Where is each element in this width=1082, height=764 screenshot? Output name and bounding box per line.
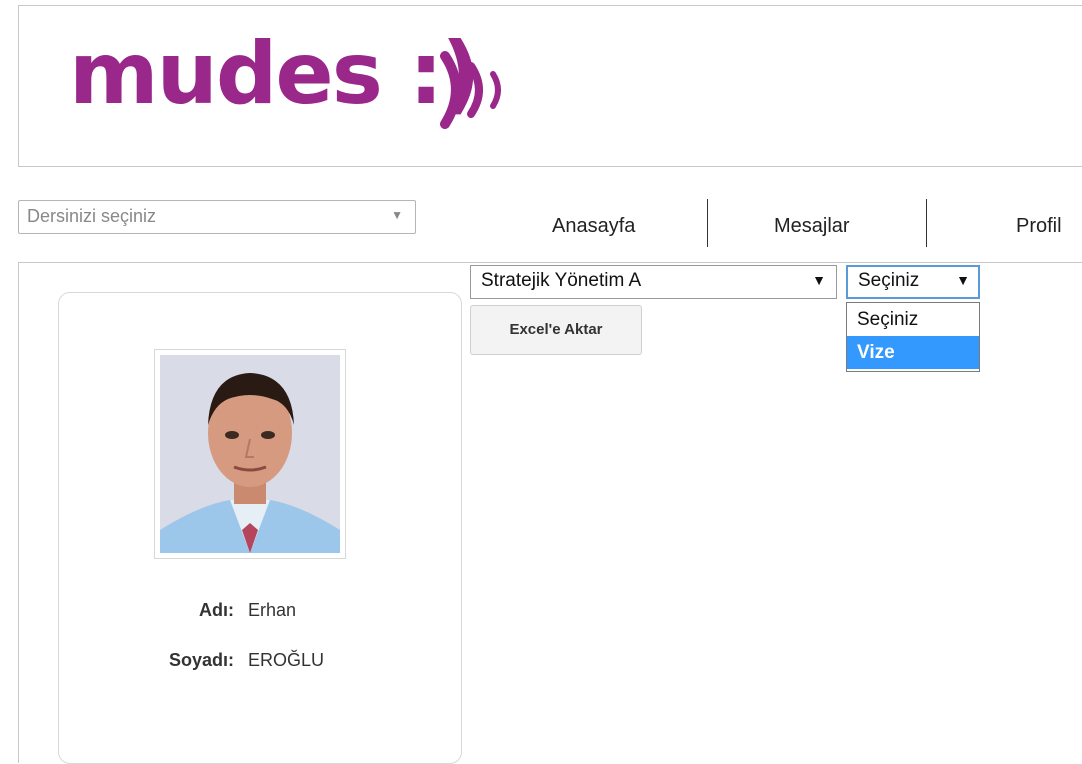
- course-select[interactable]: Stratejik Yönetim A ▼: [470, 265, 837, 299]
- avatar: [160, 355, 340, 553]
- name-label: Adı:: [199, 600, 234, 620]
- profile-photo: [154, 349, 346, 559]
- exam-type-dropdown: Seçiniz Vize: [846, 302, 980, 372]
- mudes-logo[interactable]: mudes :): [69, 24, 481, 124]
- nav-item-anasayfa[interactable]: Anasayfa: [552, 196, 635, 250]
- surname-label: Soyadı:: [168, 650, 234, 670]
- dropdown-option-vize[interactable]: Vize: [847, 336, 979, 369]
- logo-waves-icon: [440, 51, 501, 129]
- exam-type-select[interactable]: Seçiniz ▼: [846, 265, 980, 299]
- exam-type-value: Seçiniz: [858, 270, 920, 291]
- chevron-down-icon: ▼: [956, 272, 970, 288]
- chevron-down-icon: ▼: [812, 272, 826, 288]
- course-select-value: Stratejik Yönetim A: [481, 270, 642, 291]
- header-banner: mudes :): [18, 5, 1082, 167]
- export-excel-button[interactable]: Excel'e Aktar: [470, 305, 642, 355]
- surname-value: EROĞLU: [248, 650, 325, 670]
- main-nav: Anasayfa Mesajlar Profil: [0, 196, 1082, 250]
- nav-divider: [707, 199, 708, 247]
- name-value: Erhan: [248, 600, 297, 620]
- dropdown-option-seciniz[interactable]: Seçiniz: [847, 303, 979, 336]
- nav-item-profil[interactable]: Profil: [1016, 196, 1062, 250]
- nav-divider: [926, 199, 927, 247]
- nav-item-mesajlar[interactable]: Mesajlar: [774, 196, 850, 250]
